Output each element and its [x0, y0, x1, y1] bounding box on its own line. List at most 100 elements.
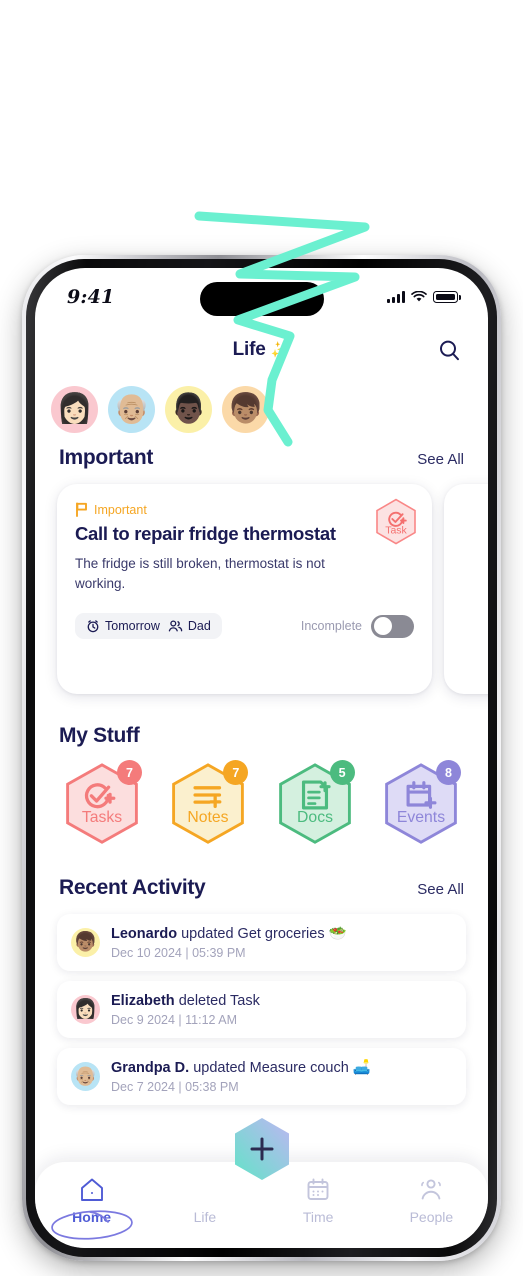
avatar-emoji: 👴🏼: [113, 393, 150, 425]
activity-avatar-emoji: 👦🏽: [73, 931, 98, 953]
avatar-elizabeth[interactable]: 👩🏻: [51, 386, 98, 433]
activity-row[interactable]: 👦🏽 Leonardo updated Get groceries 🥗 Dec 10…: [57, 914, 466, 971]
home-icon: [80, 1178, 103, 1201]
activity-avatar: 👴🏼: [71, 1061, 100, 1091]
activity-user: Elizabeth: [111, 992, 175, 1009]
activity-row[interactable]: 👩🏻 Elizabeth deleted Task Dec 9 2024 | 11:…: [57, 980, 466, 1038]
battery-full-icon: [433, 291, 461, 303]
sparkles-icon: ✨: [270, 342, 291, 359]
my-stuff-label: Notes: [188, 809, 229, 826]
avatar-emoji: 👨🏿: [170, 393, 207, 425]
important-title: Important: [59, 446, 154, 469]
activity-user: Leonardo: [111, 926, 178, 942]
wifi-icon: [411, 291, 427, 302]
activity-text: Leonardo updated Get groceries 🥗: [111, 925, 347, 944]
tab-people[interactable]: People: [375, 1176, 488, 1225]
avatar-row: 👩🏻 👴🏼 👨🏿 👦🏽: [51, 386, 488, 433]
important-carousel[interactable]: Important Call to repair fridge thermost…: [35, 484, 488, 694]
tab-label: Life: [193, 1209, 217, 1225]
avatar-dad[interactable]: 👨🏿: [165, 386, 212, 433]
phone-bezel: 9:41 Life ✨ 👩🏻 👴🏼 👨🏿 👦🏽 Important See Al…: [26, 259, 497, 1257]
important-card[interactable]: Important Call to repair fridge thermost…: [57, 484, 432, 694]
cellular-bars-icon: [387, 291, 405, 303]
activity-text: Grandpa D. updated Measure couch 🛋️: [111, 1059, 371, 1078]
activity-avatar: 👩🏻: [71, 994, 100, 1024]
tab-label: People: [409, 1209, 454, 1225]
my-stuff-badge-count: 8: [435, 760, 461, 785]
tab-label: Home: [72, 1209, 112, 1225]
avatar-leonardo[interactable]: 👦🏽: [222, 386, 269, 433]
activity-user: Grandpa D.: [111, 1059, 190, 1076]
dynamic-island: [199, 282, 324, 316]
avatar-emoji: 👦🏽: [227, 393, 264, 425]
card-description: The fridge is still broken, thermostat i…: [75, 556, 325, 591]
my-stuff-label: Docs: [297, 809, 333, 826]
activity-list: 👦🏽 Leonardo updated Get groceries 🥗 Dec 10…: [35, 914, 488, 1105]
task-check-plus-icon: Task: [376, 498, 416, 545]
search-button[interactable]: [434, 335, 464, 365]
people-icon: [421, 1179, 442, 1200]
activity-action: deleted Task: [178, 992, 260, 1009]
my-stuff-row: 7 Tasks 7 Notes 5 Docs 8 Events: [35, 760, 488, 848]
card-status-label: Incomplete: [300, 619, 362, 634]
card-due-label: Tomorrow: [105, 619, 160, 634]
my-stuff-item-docs[interactable]: 5 Docs: [272, 760, 358, 848]
phone-frame: 9:41 Life ✨ 👩🏻 👴🏼 👨🏿 👦🏽 Important See Al…: [22, 255, 501, 1261]
tab-home[interactable]: Home: [35, 1176, 148, 1240]
tab-time[interactable]: Time: [262, 1176, 375, 1225]
card-complete-toggle[interactable]: [371, 614, 414, 638]
recent-activity-see-all-link[interactable]: See All: [417, 881, 464, 898]
my-stuff-title: My Stuff: [59, 724, 140, 747]
my-stuff-label: Events: [397, 809, 445, 826]
status-time: 9:41: [67, 286, 115, 308]
page-title-text: Life: [232, 339, 266, 360]
card-footer: Tomorrow Dad Incomplete: [75, 613, 414, 640]
my-stuff-section-header: My Stuff: [35, 724, 488, 748]
my-stuff-badge-count: 5: [329, 760, 355, 785]
my-stuff-item-notes[interactable]: 7 Notes: [165, 760, 251, 848]
important-see-all-link[interactable]: See All: [417, 451, 464, 468]
activity-avatar-emoji: 👴🏼: [73, 1065, 98, 1087]
recent-activity-title: Recent Activity: [59, 876, 206, 899]
heart-icon: [191, 1176, 219, 1204]
activity-avatar-emoji: 👩🏻: [73, 998, 98, 1020]
card-meta-pill[interactable]: Tomorrow Dad: [75, 613, 222, 640]
card-flag-label: Important: [94, 502, 147, 517]
add-button[interactable]: [229, 1116, 295, 1182]
activity-text: Elizabeth deleted Task: [111, 992, 260, 1011]
flag-icon: [76, 502, 87, 517]
activity-timestamp: Dec 7 2024 | 05:38 PM: [111, 1079, 239, 1094]
my-stuff-item-tasks[interactable]: 7 Tasks: [59, 760, 145, 848]
activity-row[interactable]: 👴🏼 Grandpa D. updated Measure couch 🛋️ Dec…: [57, 1047, 466, 1105]
avatar-emoji: 👩🏻: [56, 393, 93, 425]
calendar-icon: [307, 1178, 329, 1200]
app-header: Life ✨: [35, 326, 488, 374]
my-stuff-item-events[interactable]: 8 Events: [378, 760, 464, 848]
alarm-clock-icon: [87, 620, 99, 633]
my-stuff-badge-count: 7: [117, 760, 142, 785]
card-type-badge: Task: [374, 498, 418, 553]
important-section-header: Important See All: [35, 446, 488, 470]
activity-body: Elizabeth deleted Task Dec 9 2024 | 11:12…: [111, 992, 260, 1027]
card-due-meta: Tomorrow: [86, 619, 160, 633]
important-card-next[interactable]: [444, 484, 488, 694]
my-stuff-label: Tasks: [82, 809, 122, 826]
page-title: Life ✨: [233, 339, 291, 361]
plus-icon: [234, 1118, 289, 1180]
avatar-grandpa[interactable]: 👴🏼: [108, 386, 155, 433]
status-icons: [387, 291, 461, 303]
card-assignee-meta: Dad: [168, 619, 211, 633]
tab-life[interactable]: Life: [148, 1176, 261, 1225]
activity-avatar: 👦🏽: [71, 927, 100, 957]
activity-action: updated Get groceries 🥗: [181, 926, 347, 942]
card-type-badge-label: Task: [385, 525, 407, 537]
activity-body: Leonardo updated Get groceries 🥗 Dec 10 2…: [111, 925, 347, 960]
card-flag-row: Important: [75, 502, 414, 517]
activity-timestamp: Dec 9 2024 | 11:12 AM: [111, 1012, 238, 1027]
card-status-toggle-group: Incomplete: [300, 614, 414, 638]
activity-body: Grandpa D. updated Measure couch 🛋️ Dec 7…: [111, 1059, 371, 1094]
screenshot-root: 9:41 Life ✨ 👩🏻 👴🏼 👨🏿 👦🏽 Important See Al…: [0, 0, 523, 1276]
recent-activity-section-header: Recent Activity See All: [35, 876, 488, 900]
people-icon: [168, 620, 183, 632]
status-bar: 9:41: [35, 268, 488, 326]
